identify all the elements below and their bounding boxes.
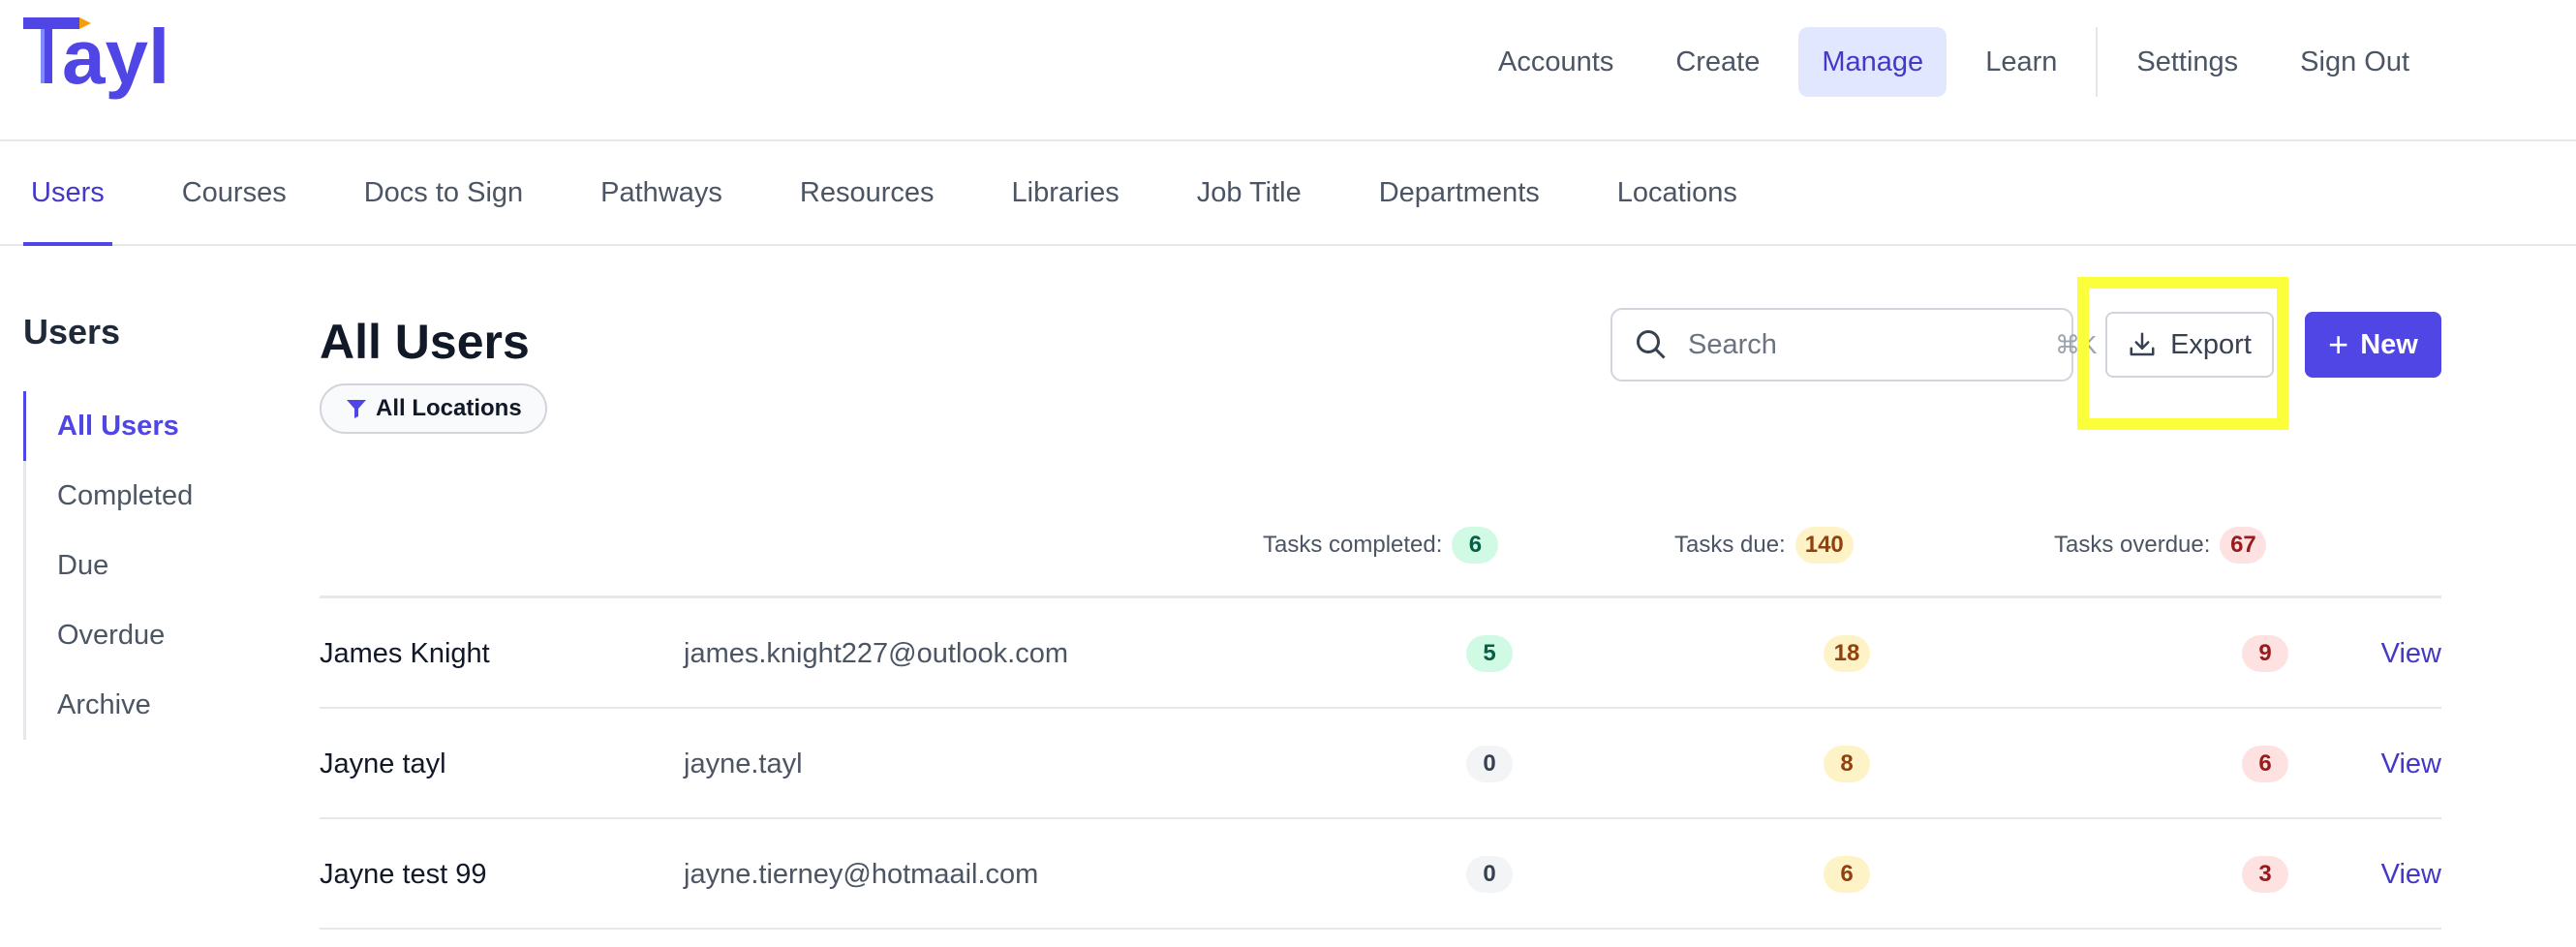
due-count: 8	[1824, 746, 1870, 782]
location-filter-chip[interactable]: All Locations	[320, 383, 547, 434]
summary-due-label: Tasks due:	[1674, 532, 1786, 558]
tab-libraries[interactable]: Libraries	[1004, 141, 1127, 244]
user-name: Jayne test 99	[320, 858, 487, 890]
nav-create[interactable]: Create	[1652, 27, 1783, 97]
user-email: jayne.tayl	[684, 748, 803, 779]
due-cell: 18	[1818, 598, 1876, 709]
overdue-cell: 9	[2241, 598, 2289, 709]
table-summary-header: Tasks completed: 6 Tasks due: 140 Tasks …	[320, 513, 2441, 598]
sidebar-item-completed[interactable]: Completed	[23, 461, 256, 531]
filter-icon	[345, 397, 368, 420]
page-title: All Users	[320, 315, 530, 369]
summary-overdue: Tasks overdue: 67	[2054, 527, 2267, 564]
sub-tabs: Users Courses Docs to Sign Pathways Reso…	[0, 141, 2576, 246]
plus-icon: +	[2328, 324, 2349, 364]
user-email: jayne.tierney@hotmaail.com	[684, 858, 1039, 890]
sidebar-item-all-users[interactable]: All Users	[23, 391, 256, 461]
overdue-cell: 6	[2241, 709, 2289, 819]
overdue-cell: 3	[2241, 819, 2289, 930]
sidebar-item-archive[interactable]: Archive	[23, 670, 256, 740]
table-row: James Knight james.knight227@outlook.com…	[320, 598, 2441, 709]
due-count: 6	[1824, 856, 1870, 893]
completed-count: 0	[1466, 746, 1513, 782]
completed-cell: 0	[1465, 709, 1514, 819]
search-input[interactable]	[1686, 327, 2055, 362]
nav-settings[interactable]: Settings	[2113, 27, 2261, 97]
summary-due-count: 140	[1794, 527, 1854, 564]
summary-completed-label: Tasks completed:	[1263, 532, 1443, 558]
sidebar: All Users Completed Due Overdue Archive	[23, 391, 256, 740]
nav-accounts[interactable]: Accounts	[1475, 27, 1637, 97]
tab-users[interactable]: Users	[23, 141, 112, 246]
due-count: 18	[1824, 635, 1870, 672]
view-link[interactable]: View	[2381, 709, 2441, 819]
nav-divider	[2096, 27, 2099, 97]
export-label: Export	[2170, 328, 2252, 360]
top-header: ayl Accounts Create Manage Learn Setting…	[0, 0, 2576, 141]
users-table: Tasks completed: 6 Tasks due: 140 Tasks …	[320, 513, 2441, 930]
tab-locations[interactable]: Locations	[1610, 141, 1745, 244]
completed-cell: 5	[1465, 598, 1514, 709]
new-user-button[interactable]: + New	[2305, 312, 2441, 378]
due-cell: 8	[1818, 709, 1876, 819]
user-email: james.knight227@outlook.com	[684, 637, 1068, 669]
summary-due: Tasks due: 140	[1674, 527, 1854, 564]
completed-count: 0	[1466, 856, 1513, 893]
top-navigation: Accounts Create Manage Learn Settings Si…	[1467, 27, 2440, 97]
overdue-count: 6	[2242, 746, 2288, 782]
sidebar-item-overdue[interactable]: Overdue	[23, 600, 256, 670]
completed-cell: 0	[1465, 819, 1514, 930]
overdue-count: 9	[2242, 635, 2288, 672]
download-icon	[2128, 330, 2157, 359]
svg-text:ayl: ayl	[62, 14, 169, 100]
user-name: Jayne tayl	[320, 748, 446, 779]
nav-sign-out[interactable]: Sign Out	[2277, 27, 2433, 97]
nav-learn[interactable]: Learn	[1962, 27, 2080, 97]
tab-resources[interactable]: Resources	[792, 141, 942, 244]
overdue-count: 3	[2242, 856, 2288, 893]
sidebar-title: Users	[23, 312, 121, 351]
tab-docs-to-sign[interactable]: Docs to Sign	[356, 141, 531, 244]
completed-count: 5	[1466, 635, 1513, 672]
view-link[interactable]: View	[2381, 819, 2441, 930]
due-cell: 6	[1818, 819, 1876, 930]
summary-overdue-label: Tasks overdue:	[2054, 532, 2211, 558]
sidebar-item-due[interactable]: Due	[23, 531, 256, 600]
nav-manage[interactable]: Manage	[1798, 27, 1947, 97]
table-row: Jayne tayl jayne.tayl 0 8 6 View	[320, 709, 2441, 819]
table-row: Jayne test 99 jayne.tierney@hotmaail.com…	[320, 819, 2441, 930]
tab-pathways[interactable]: Pathways	[593, 141, 730, 244]
tab-departments[interactable]: Departments	[1371, 141, 1548, 244]
tayl-logo[interactable]: ayl	[23, 14, 217, 110]
summary-completed: Tasks completed: 6	[1263, 527, 1499, 564]
filter-label: All Locations	[376, 395, 522, 421]
search-icon	[1634, 327, 1669, 362]
search-box[interactable]: ⌘K	[1610, 308, 2097, 382]
new-label: New	[2360, 328, 2418, 360]
user-name: James Knight	[320, 637, 490, 669]
summary-overdue-count: 67	[2220, 527, 2267, 564]
summary-completed-count: 6	[1452, 527, 1499, 564]
tab-courses[interactable]: Courses	[174, 141, 294, 244]
view-link[interactable]: View	[2381, 598, 2441, 709]
export-button[interactable]: Export	[2105, 312, 2274, 378]
tab-job-title[interactable]: Job Title	[1189, 141, 1309, 244]
